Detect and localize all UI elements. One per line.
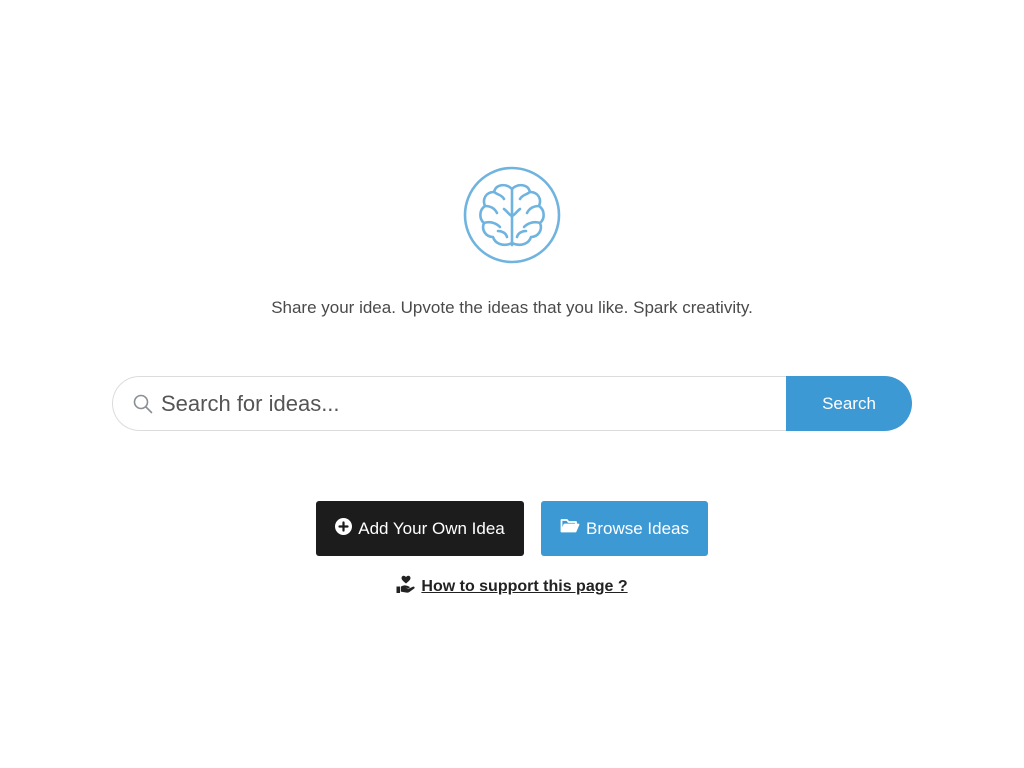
action-buttons: Add Your Own Idea Browse Ideas — [0, 501, 1024, 556]
search-form: Search — [112, 376, 912, 431]
search-input[interactable] — [113, 377, 786, 430]
support-link[interactable]: How to support this page ? — [421, 578, 627, 596]
add-idea-label: Add Your Own Idea — [358, 518, 505, 538]
browse-ideas-label: Browse Ideas — [586, 518, 689, 538]
tagline: Share your idea. Upvote the ideas that y… — [271, 298, 753, 317]
home-page: Share your idea. Upvote the ideas that y… — [0, 0, 1024, 768]
hand-holding-heart-icon — [396, 574, 416, 599]
support-row: How to support this page ? — [0, 574, 1024, 599]
folder-open-icon — [560, 518, 580, 539]
search-field — [112, 376, 786, 431]
add-idea-button[interactable]: Add Your Own Idea — [316, 501, 524, 556]
search-icon — [132, 393, 154, 415]
plus-circle-icon — [335, 517, 353, 540]
browse-ideas-button[interactable]: Browse Ideas — [541, 501, 708, 556]
brain-icon — [462, 165, 562, 265]
search-button[interactable]: Search — [786, 376, 912, 431]
